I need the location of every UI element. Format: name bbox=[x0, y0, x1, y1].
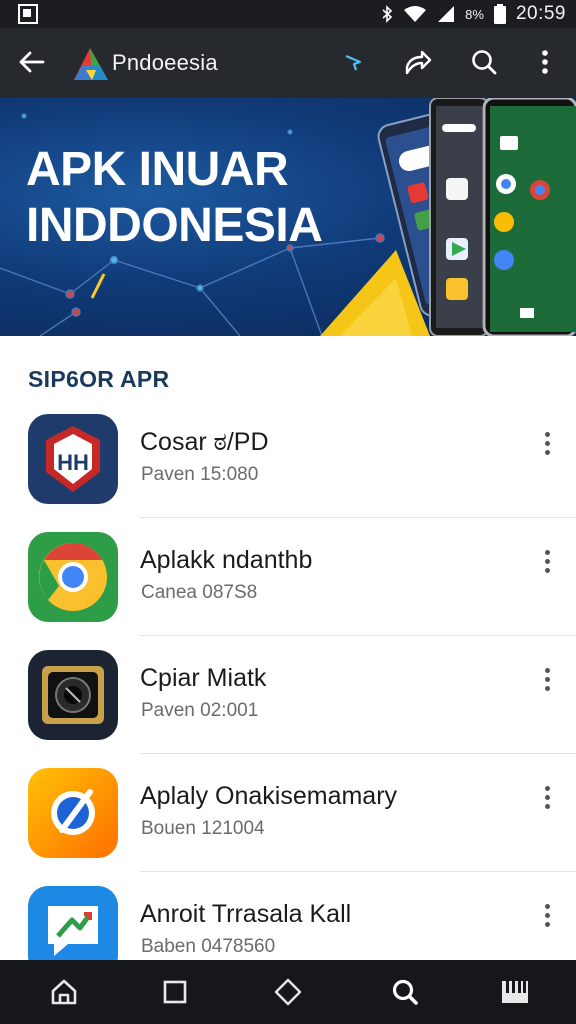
battery-percent: 8% bbox=[465, 6, 484, 22]
battery-icon bbox=[493, 4, 506, 24]
section-title: SIP6OR APR bbox=[28, 366, 170, 392]
more-options-icon[interactable] bbox=[534, 548, 560, 574]
clock: 20:59 bbox=[515, 3, 566, 24]
list-item[interactable]: Aplaly Onakisemamary Bouen 121004 bbox=[0, 754, 576, 872]
home-icon bbox=[51, 979, 77, 1005]
chrome-app-icon bbox=[28, 532, 118, 622]
overflow-menu-icon bbox=[542, 50, 548, 74]
banner-title-line2: INDDONESIA bbox=[26, 199, 323, 252]
shield-app-icon: HH bbox=[28, 414, 118, 504]
back-button[interactable] bbox=[12, 42, 52, 82]
more-options-icon[interactable] bbox=[534, 784, 560, 810]
nav-search-button[interactable] bbox=[385, 972, 425, 1012]
signal-icon bbox=[438, 6, 455, 22]
nav-apps-button[interactable] bbox=[268, 972, 308, 1012]
cast-button[interactable] bbox=[334, 42, 374, 82]
app-name: Cosar ಠ/PD bbox=[140, 428, 269, 456]
search-icon bbox=[392, 979, 418, 1005]
bluetooth-icon bbox=[382, 5, 393, 23]
nav-home-button[interactable] bbox=[44, 972, 84, 1012]
back-arrow-icon bbox=[19, 51, 45, 73]
app-title: Pndoeesia bbox=[112, 50, 218, 75]
banner-title-line1: APK INUAR bbox=[26, 143, 289, 196]
search-button[interactable] bbox=[464, 42, 504, 82]
nav-recents-button[interactable] bbox=[155, 972, 195, 1012]
app-name: Aplaly Onakisemamary bbox=[140, 782, 398, 810]
diamond-icon bbox=[274, 978, 302, 1006]
square-icon bbox=[163, 980, 187, 1004]
list-item[interactable]: HH Cosar ಠ/PD Paven 15:080 bbox=[0, 400, 576, 518]
cast-icon bbox=[345, 54, 362, 71]
svg-text:HH: HH bbox=[57, 450, 89, 475]
list-item[interactable]: Cpiar Miatk Paven 02:001 bbox=[0, 636, 576, 754]
promo-banner[interactable]: APK INUAR INDDONESIA bbox=[0, 98, 576, 336]
more-options-icon[interactable] bbox=[534, 430, 560, 456]
list-item[interactable]: Aplakk ndanthb Canea 087S8 bbox=[0, 518, 576, 636]
app-name: Anroit Trrasala Kall bbox=[140, 900, 352, 928]
bottom-nav bbox=[0, 960, 576, 1024]
app-subtitle: Paven 15:080 bbox=[141, 464, 259, 485]
search-icon bbox=[472, 50, 497, 75]
app-subtitle: Baben 0478560 bbox=[141, 936, 276, 957]
app-subtitle: Bouen 121004 bbox=[141, 818, 265, 839]
app-subtitle: Paven 02:001 bbox=[141, 700, 259, 721]
banner-title: APK INUAR INDDONESIA bbox=[26, 142, 323, 254]
app-logo bbox=[74, 48, 108, 80]
more-options-icon[interactable] bbox=[534, 902, 560, 928]
status-bar: 8% 20:59 bbox=[0, 0, 576, 28]
overflow-menu-button[interactable] bbox=[525, 42, 565, 82]
more-options-icon[interactable] bbox=[534, 666, 560, 692]
app-bar: Pndoeesia bbox=[0, 28, 576, 98]
piano-icon bbox=[502, 981, 528, 1003]
share-icon bbox=[405, 50, 432, 75]
browser-app-icon bbox=[28, 768, 118, 858]
wifi-icon bbox=[404, 6, 427, 22]
app-name: Cpiar Miatk bbox=[140, 664, 267, 692]
camera-app-icon bbox=[28, 650, 118, 740]
app-subtitle: Canea 087S8 bbox=[141, 582, 258, 603]
share-button[interactable] bbox=[398, 42, 438, 82]
notification-icon bbox=[18, 4, 38, 24]
app-list: HH Cosar ಠ/PD Paven 15:080 Aplakk ndanth… bbox=[0, 400, 576, 990]
nav-piano-button[interactable] bbox=[495, 972, 535, 1012]
app-name: Aplakk ndanthb bbox=[140, 546, 313, 574]
